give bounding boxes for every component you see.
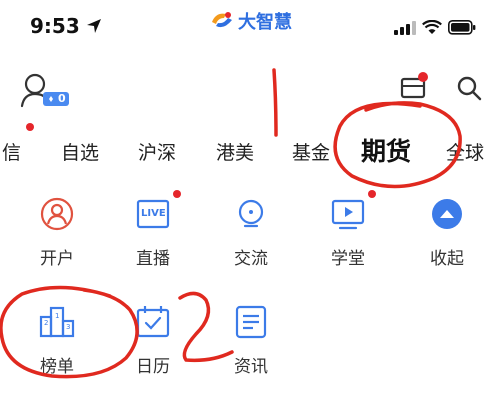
news-icon — [233, 304, 269, 340]
annotation-mark-1 — [272, 68, 278, 137]
tab-info[interactable]: 信 — [2, 138, 21, 165]
feature-collapse[interactable]: 收起 — [412, 196, 482, 269]
tab-shanghai-shenzhen[interactable]: 沪深 — [138, 138, 176, 165]
user-avatar-icon — [20, 73, 69, 108]
chat-icon — [233, 196, 269, 232]
feature-label: 资讯 — [234, 357, 268, 377]
search-button[interactable] — [455, 74, 483, 102]
svg-text:1: 1 — [55, 312, 59, 320]
cellular-signal-icon — [394, 21, 416, 35]
feature-label: 直播 — [136, 249, 170, 269]
message-notification-dot — [418, 72, 428, 82]
battery-icon — [448, 20, 476, 35]
feature-label: 交流 — [234, 249, 268, 269]
calendar-icon — [135, 304, 171, 340]
classroom-notification-dot — [368, 190, 376, 198]
live-notification-dot — [173, 190, 181, 198]
feature-label: 开户 — [40, 249, 74, 269]
status-bar-time: 9:53 — [30, 14, 102, 38]
tab-funds[interactable]: 基金 — [292, 138, 330, 165]
app-screen: 9:53 大智慧 0 信 自选 沪深 港美 基金 期货 全球 开户 LIVE 直… — [0, 0, 504, 400]
feature-chat[interactable]: 交流 — [216, 196, 286, 269]
app-brand: 大智慧 — [210, 8, 292, 34]
feature-label: 学堂 — [331, 249, 365, 269]
location-arrow-icon — [86, 19, 101, 33]
dazhihui-logo-icon — [212, 12, 232, 28]
feature-label: 榜单 — [40, 357, 74, 377]
live-badge-text: LIVE — [141, 208, 166, 219]
feature-news[interactable]: 资讯 — [216, 304, 286, 377]
feature-ranking[interactable]: 1 2 3 榜单 — [22, 304, 92, 377]
feature-label: 日历 — [136, 357, 170, 377]
svg-text:2: 2 — [44, 319, 48, 327]
open-account-icon — [39, 196, 75, 232]
user-avatar-button[interactable]: 0 — [20, 72, 76, 112]
tab-global[interactable]: 全球 — [446, 138, 484, 165]
svg-text:3: 3 — [66, 323, 70, 331]
wifi-icon — [422, 20, 442, 34]
feature-live[interactable]: LIVE 直播 — [118, 196, 188, 269]
classroom-icon — [330, 196, 366, 232]
feature-open-account[interactable]: 开户 — [22, 196, 92, 269]
collapse-icon — [429, 196, 465, 232]
brand-name: 大智慧 — [238, 12, 292, 33]
feature-calendar[interactable]: 日历 — [118, 304, 188, 377]
tab-info-notification-dot — [26, 123, 34, 131]
search-icon — [457, 76, 482, 101]
tab-hk-us[interactable]: 港美 — [216, 138, 254, 165]
status-bar-indicators — [394, 20, 476, 35]
tab-watchlist[interactable]: 自选 — [61, 138, 99, 165]
avatar-badge-count: 0 — [58, 92, 66, 105]
status-time-text: 9:53 — [30, 14, 80, 38]
ranking-podium-icon: 1 2 3 — [39, 304, 75, 340]
feature-label: 收起 — [430, 249, 464, 269]
feature-classroom[interactable]: 学堂 — [313, 196, 383, 269]
live-icon: LIVE — [135, 196, 171, 232]
tab-futures[interactable]: 期货 — [361, 132, 411, 168]
